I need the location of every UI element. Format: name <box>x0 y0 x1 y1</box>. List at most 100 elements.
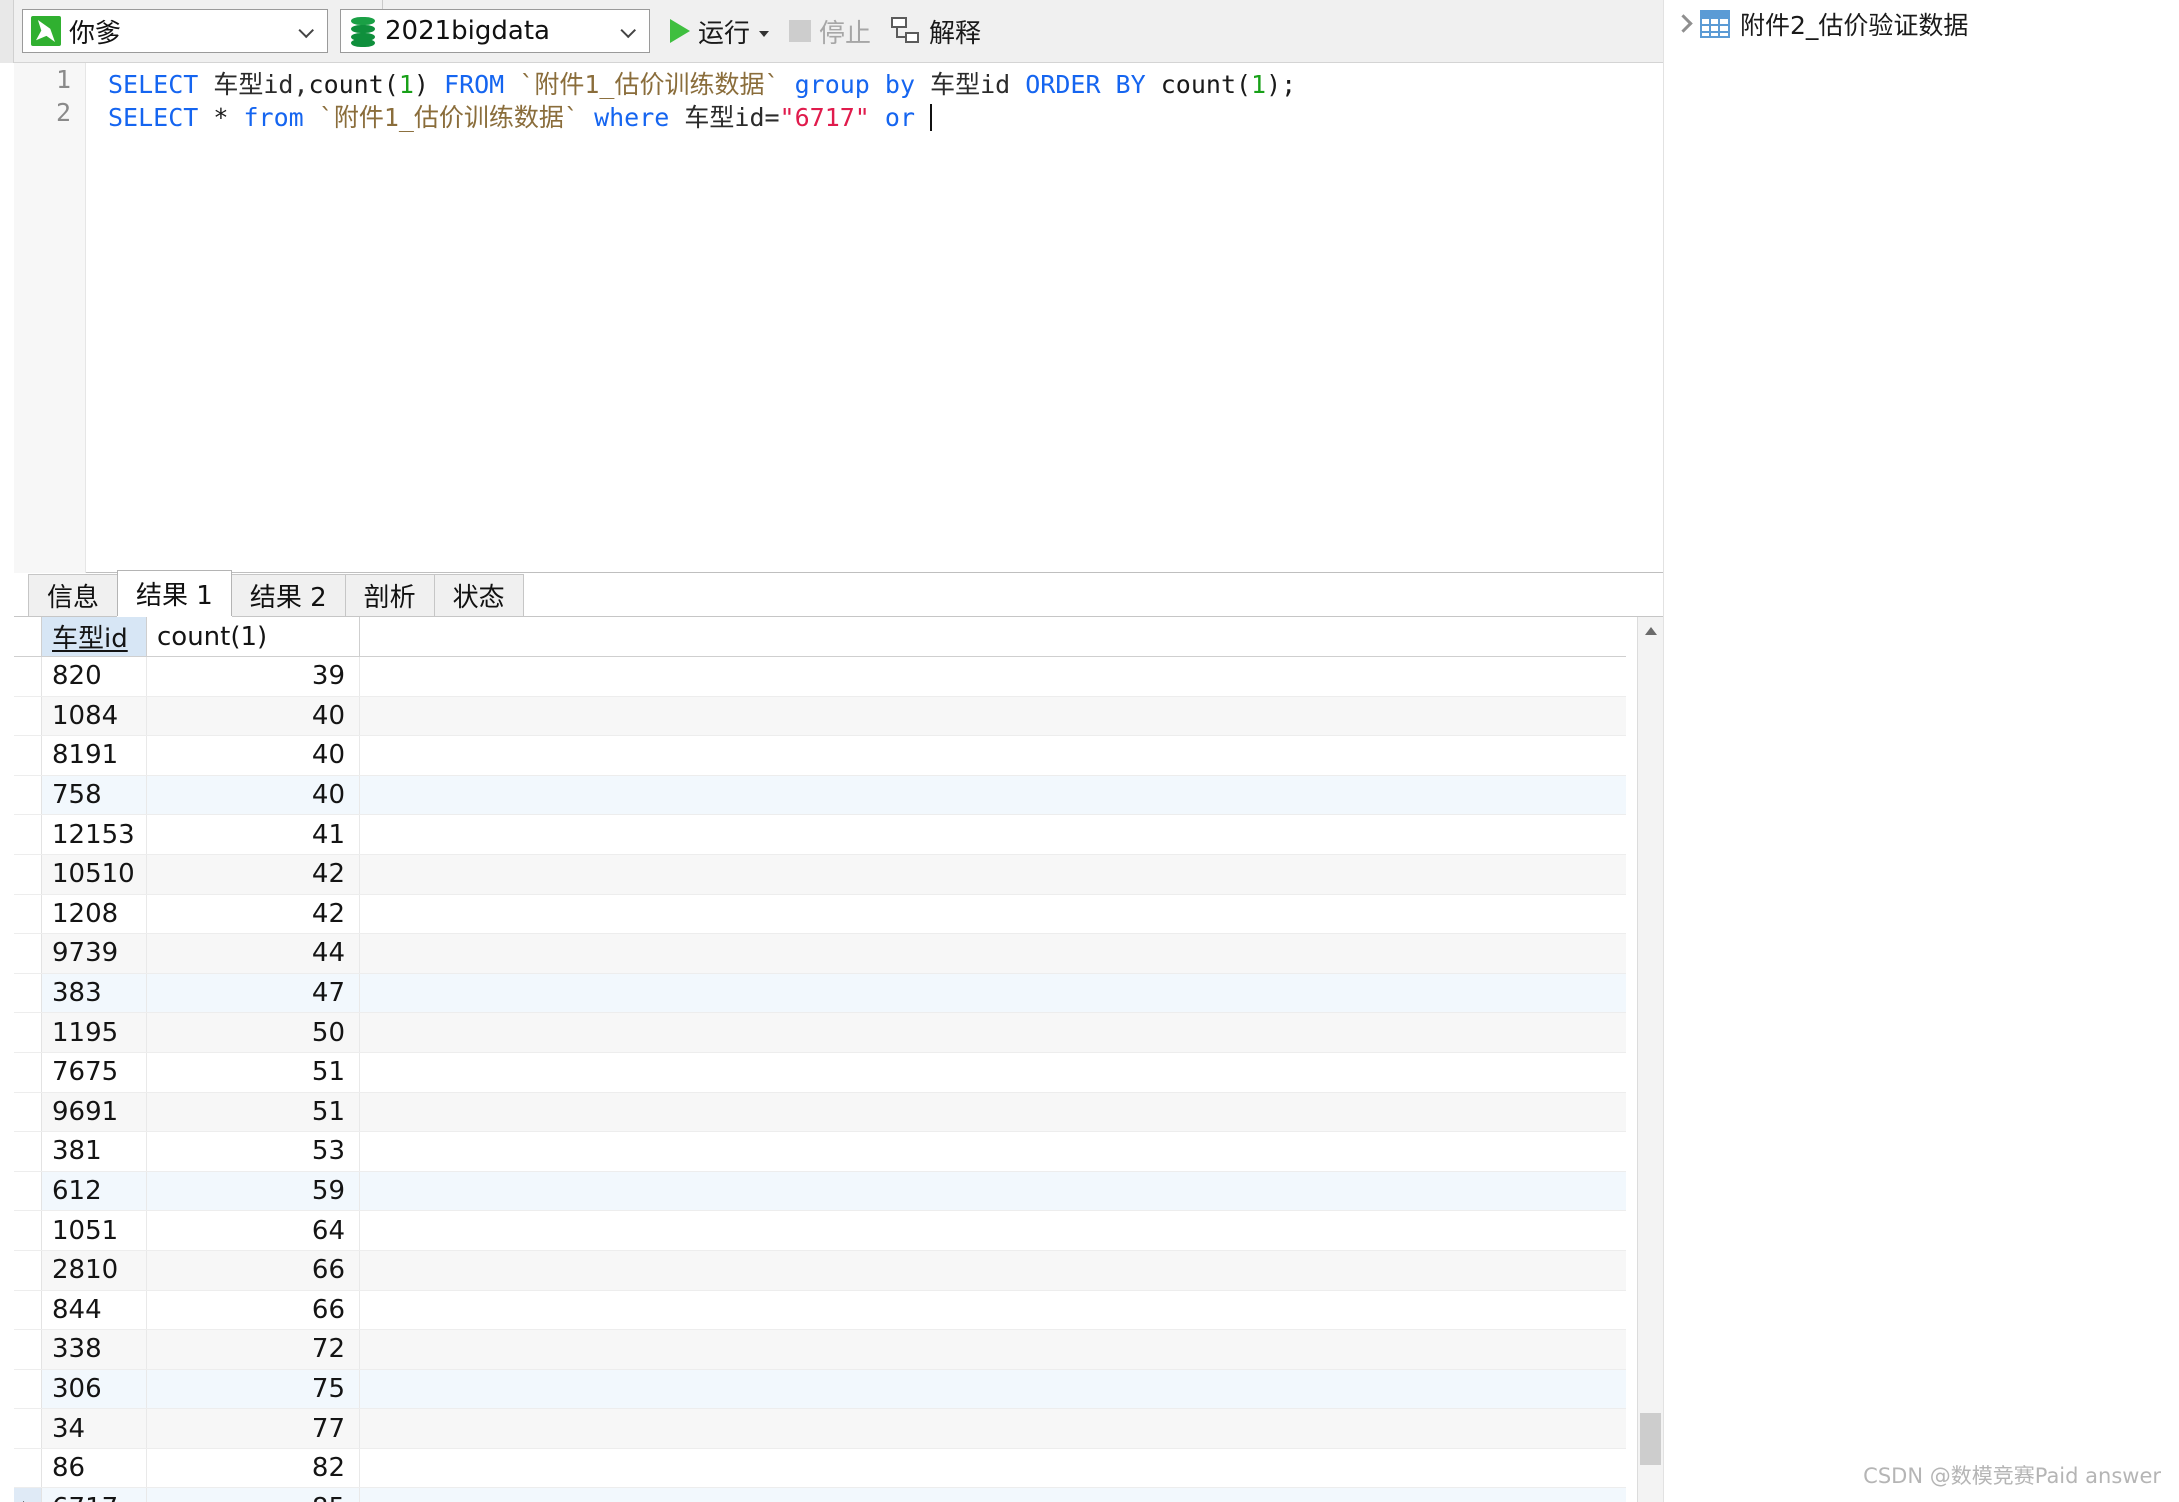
cell-cheXingId[interactable]: 844 <box>42 1290 147 1330</box>
cell-count[interactable]: 40 <box>147 696 360 736</box>
cell-count[interactable]: 51 <box>147 1052 360 1092</box>
row-selector[interactable] <box>14 657 42 696</box>
cell-cheXingId[interactable]: 758 <box>42 775 147 815</box>
cell-cheXingId[interactable]: 383 <box>42 973 147 1013</box>
database-select[interactable]: 2021bigdata <box>340 9 650 53</box>
row-selector[interactable] <box>14 894 42 934</box>
cell-cheXingId[interactable]: 10510 <box>42 854 147 894</box>
row-selector[interactable] <box>14 1171 42 1211</box>
table-row[interactable]: 383 47 <box>14 973 1626 1014</box>
table-row[interactable]: 9739 44 <box>14 934 1626 974</box>
tree-item-table[interactable]: 附件2_估价验证数据 <box>1672 4 1968 44</box>
row-selector[interactable] <box>14 1211 42 1250</box>
table-row[interactable]: 2810 66 <box>14 1250 1626 1291</box>
cell-count[interactable]: 40 <box>147 775 360 815</box>
table-row[interactable]: 758 40 <box>14 775 1626 816</box>
toolbar-drag-handle[interactable] <box>0 0 14 63</box>
cell-count[interactable]: 59 <box>147 1171 360 1211</box>
row-selector[interactable] <box>14 1013 42 1052</box>
table-row[interactable]: 1084 40 <box>14 696 1626 737</box>
row-selector[interactable] <box>14 1052 42 1092</box>
row-selector[interactable] <box>14 973 42 1013</box>
cell-count[interactable]: 39 <box>147 657 360 696</box>
cell-cheXingId[interactable]: 9739 <box>42 934 147 973</box>
table-row[interactable]: 10510 42 <box>14 854 1626 895</box>
cell-cheXingId[interactable]: 86 <box>42 1448 147 1488</box>
cell-cheXingId[interactable]: 7675 <box>42 1052 147 1092</box>
tab-profile[interactable]: 剖析 <box>344 574 435 616</box>
cell-count[interactable]: 40 <box>147 736 360 775</box>
cell-cheXingId[interactable]: 338 <box>42 1330 147 1369</box>
cell-count[interactable]: 85 <box>147 1488 360 1502</box>
table-row[interactable]: 1051 64 <box>14 1211 1626 1251</box>
table-row[interactable]: 7675 51 <box>14 1052 1626 1093</box>
cell-count[interactable]: 66 <box>147 1250 360 1290</box>
cell-count[interactable]: 44 <box>147 934 360 973</box>
table-row[interactable]: 86 82 <box>14 1448 1626 1489</box>
column-header-count[interactable]: count(1) <box>147 617 360 656</box>
table-row[interactable]: 612 59 <box>14 1171 1626 1212</box>
run-button[interactable]: 运行 <box>662 7 777 55</box>
chevron-right-icon[interactable] <box>1672 13 1694 35</box>
tab-result-2[interactable]: 结果 2 <box>230 574 346 616</box>
cell-count[interactable]: 77 <box>147 1409 360 1448</box>
table-row[interactable]: 1208 42 <box>14 894 1626 935</box>
cell-count[interactable]: 50 <box>147 1013 360 1052</box>
row-selector[interactable] <box>14 815 42 854</box>
table-row[interactable]: 820 39 <box>14 657 1626 697</box>
table-row[interactable]: 8191 40 <box>14 736 1626 776</box>
sql-editor[interactable]: 1 2 SELECT 车型id,count(1) FROM `附件1_估价训练数… <box>14 63 1663 573</box>
chevron-down-icon[interactable] <box>622 27 635 40</box>
result-grid[interactable]: 车型id count(1) 820 39 1084 40 8191 40 758 40 1215… <box>14 617 1663 1502</box>
row-selector[interactable] <box>14 775 42 815</box>
scrollbar-thumb[interactable] <box>1640 1413 1661 1465</box>
table-row[interactable]: 12153 41 <box>14 815 1626 855</box>
row-selector[interactable] <box>14 1092 42 1132</box>
chevron-down-icon[interactable] <box>300 27 313 40</box>
cell-count[interactable]: 42 <box>147 854 360 894</box>
connection-select[interactable]: 你爹 <box>22 9 328 53</box>
scroll-up-arrow-icon[interactable] <box>1638 617 1663 643</box>
cell-cheXingId[interactable]: 381 <box>42 1132 147 1171</box>
run-dropdown-caret-icon[interactable] <box>759 31 770 37</box>
row-selector[interactable] <box>14 1330 42 1369</box>
tab-info[interactable]: 信息 <box>28 574 119 616</box>
cell-cheXingId[interactable]: 1051 <box>42 1211 147 1250</box>
cell-count[interactable]: 66 <box>147 1290 360 1330</box>
cell-count[interactable]: 82 <box>147 1448 360 1488</box>
column-header-cheXingId[interactable]: 车型id <box>42 617 147 656</box>
cell-count[interactable]: 72 <box>147 1330 360 1369</box>
cell-cheXingId[interactable]: 9691 <box>42 1092 147 1132</box>
cell-count[interactable]: 41 <box>147 815 360 854</box>
cell-count[interactable]: 75 <box>147 1369 360 1409</box>
table-row[interactable]: 9691 51 <box>14 1092 1626 1133</box>
row-selector[interactable] <box>14 1409 42 1448</box>
cell-cheXingId[interactable]: 34 <box>42 1409 147 1448</box>
cell-cheXingId[interactable]: 612 <box>42 1171 147 1211</box>
cell-count[interactable]: 64 <box>147 1211 360 1250</box>
explain-button[interactable]: 解释 <box>883 7 989 55</box>
tab-result-1[interactable]: 结果 1 <box>117 570 232 616</box>
cell-count[interactable]: 51 <box>147 1092 360 1132</box>
row-selector[interactable] <box>14 1488 42 1502</box>
cell-cheXingId[interactable]: 8191 <box>42 736 147 775</box>
cell-cheXingId[interactable]: 1208 <box>42 894 147 934</box>
row-selector[interactable] <box>14 736 42 775</box>
sql-editor-text[interactable]: SELECT 车型id,count(1) FROM `附件1_估价训练数据` g… <box>86 63 1663 573</box>
cell-cheXingId[interactable]: 12153 <box>42 815 147 854</box>
table-row[interactable]: 381 53 <box>14 1132 1626 1172</box>
table-row[interactable]: 844 66 <box>14 1290 1626 1331</box>
cell-cheXingId[interactable]: 1195 <box>42 1013 147 1052</box>
cell-count[interactable]: 53 <box>147 1132 360 1171</box>
tab-status[interactable]: 状态 <box>433 574 524 616</box>
table-row[interactable]: 338 72 <box>14 1330 1626 1370</box>
row-selector[interactable] <box>14 1290 42 1330</box>
cell-cheXingId[interactable]: 1084 <box>42 696 147 736</box>
row-selector[interactable] <box>14 696 42 736</box>
result-grid-vertical-scrollbar[interactable] <box>1637 617 1663 1502</box>
cell-count[interactable]: 42 <box>147 894 360 934</box>
table-row[interactable]: 34 77 <box>14 1409 1626 1449</box>
table-row[interactable]: 1195 50 <box>14 1013 1626 1053</box>
cell-cheXingId[interactable]: 2810 <box>42 1250 147 1290</box>
row-selector[interactable] <box>14 854 42 894</box>
